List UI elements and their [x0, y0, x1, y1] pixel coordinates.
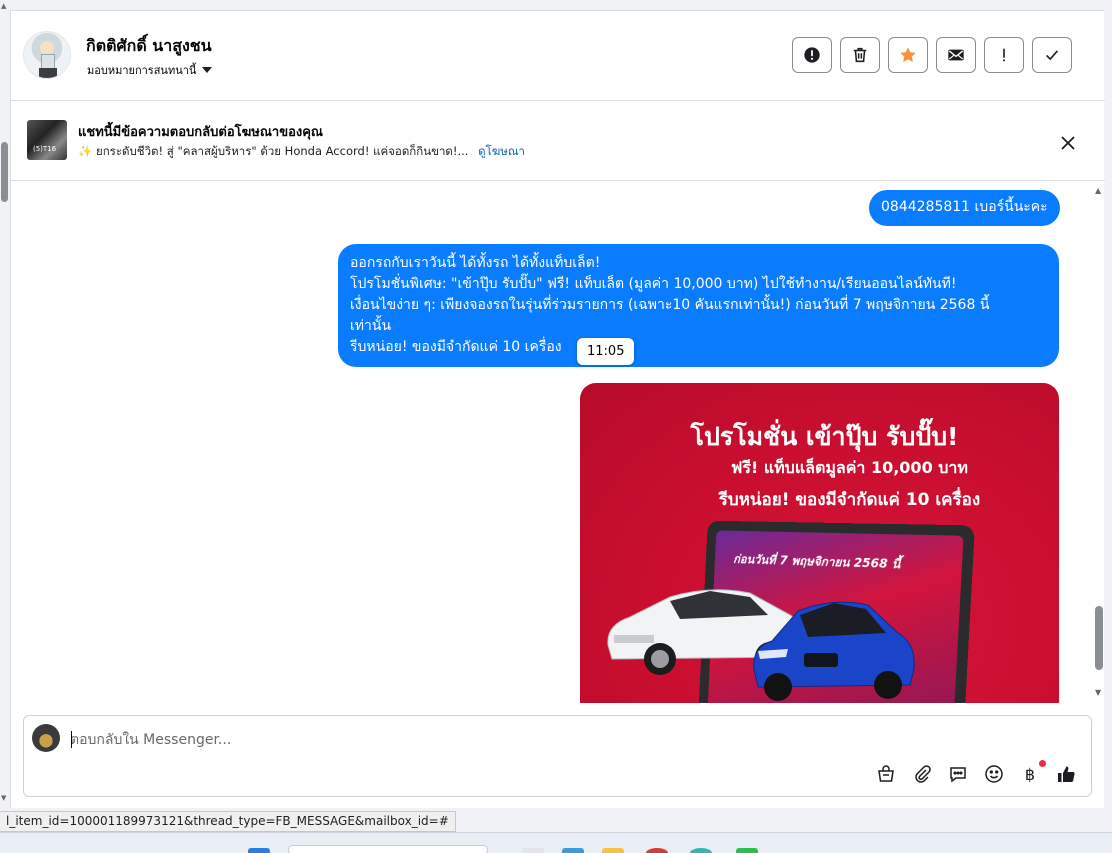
- contact-avatar[interactable]: [23, 31, 71, 79]
- baht-icon[interactable]: ฿: [1018, 762, 1042, 786]
- promo-image-message[interactable]: โปรโมชั่น เข้าปุ๊บ รับปั๊บ! ฟรี! แท็บแล็…: [580, 383, 1059, 703]
- shopping-bag-icon[interactable]: [874, 762, 898, 786]
- trash-icon: [851, 46, 869, 64]
- envelope-icon: [947, 46, 965, 64]
- ad-text: ✨ ยกระดับชีวิต! สู่ "คลาสผู้บริหาร" ด้วย…: [78, 144, 468, 158]
- conversation-header: กิตติศักดิ์ นาสูงชน มอบหมายการสนทนานี้: [11, 11, 1105, 101]
- promo-screen-date: ก่อนวันที่ 7 พฤษจิกายน 2568 นี้: [733, 550, 901, 574]
- conversation-actions: [792, 37, 1072, 73]
- exclamation-circle-icon: [803, 46, 821, 64]
- reply-composer: ฿: [23, 715, 1092, 797]
- message-line: รีบหน่อย! ของมีจำกัดแค่ 10 เครื่อง: [350, 337, 1047, 358]
- check-icon: [1043, 46, 1061, 64]
- view-ad-link[interactable]: ดูโฆษณา: [478, 144, 525, 158]
- ad-thumbnail-text: (5)T16: [33, 145, 56, 153]
- timestamp-tooltip: 11:05: [577, 338, 634, 365]
- taskbar-app-icon[interactable]: [522, 848, 544, 853]
- blue-car-illustration: [748, 589, 918, 703]
- exclamation-icon: [995, 46, 1013, 64]
- follow-up-button[interactable]: [984, 37, 1024, 73]
- delete-button[interactable]: [840, 37, 880, 73]
- assign-label: มอบหมายการสนทนานี้: [87, 61, 196, 79]
- assign-conversation-dropdown[interactable]: มอบหมายการสนทนานี้: [87, 61, 212, 79]
- browser-status-url: l_item_id=100001189973121&thread_type=FB…: [0, 811, 456, 832]
- ad-notice-subtitle: ✨ ยกระดับชีวิต! สู่ "คลาสผู้บริหาร" ด้วย…: [78, 143, 525, 161]
- notification-dot: [1039, 760, 1046, 767]
- scroll-up-arrow[interactable]: ▲: [1, 2, 6, 10]
- message-line: เท่านั้น: [350, 316, 1047, 337]
- promo-line-2: ฟรี! แท็บแล็ตมูลค่า 10,000 บาท: [580, 456, 1059, 481]
- browser-icon[interactable]: [690, 848, 712, 853]
- message-line: เงื่อนไขง่าย ๆ: เพียงจองรถในรุ่นที่ร่วมร…: [350, 295, 1047, 316]
- search-box[interactable]: [288, 845, 488, 853]
- start-icon[interactable]: [248, 848, 270, 853]
- close-icon[interactable]: [1059, 134, 1077, 152]
- ad-notice-title: แชทนี้มีข้อความตอบกลับต่อโฆษณาของคุณ: [78, 121, 323, 142]
- mark-unread-button[interactable]: [936, 37, 976, 73]
- message-thread[interactable]: 0844285811 เบอร์นี้นะคะ ออกรถกับเราวันนี…: [11, 182, 1105, 703]
- taskbar-app-icon[interactable]: [646, 848, 668, 853]
- page-scrollbar-thumb[interactable]: [1, 142, 8, 202]
- scroll-up-arrow[interactable]: ▲: [1095, 186, 1101, 195]
- message-bubble[interactable]: ออกรถกับเราวันนี้ ได้ทั้งรถ ได้ทั้งแท็บเ…: [338, 244, 1059, 367]
- thread-scrollbar[interactable]: ▲ ▼: [1093, 182, 1105, 703]
- caret-down-icon: [202, 67, 212, 73]
- chat-bubble-icon[interactable]: [946, 762, 970, 786]
- smiley-icon[interactable]: [982, 762, 1006, 786]
- scroll-down-arrow[interactable]: ▼: [1095, 688, 1101, 697]
- page-avatar: [32, 724, 60, 752]
- thread-scrollbar-thumb[interactable]: [1095, 606, 1103, 670]
- ad-reply-notice: (5)T16 แชทนี้มีข้อความตอบกลับต่อโฆษณาของ…: [11, 101, 1105, 181]
- message-line: ออกรถกับเราวันนี้ ได้ทั้งรถ ได้ทั้งแท็บเ…: [350, 253, 1047, 274]
- page-scrollbar[interactable]: ▲ ▼: [0, 0, 10, 808]
- contact-name[interactable]: กิตติศักดิ์ นาสูงชน: [86, 34, 212, 59]
- promo-line-3: รีบหน่อย! ของมีจำกัดแค่ 10 เครื่อง: [580, 486, 1059, 513]
- line-app-icon[interactable]: [736, 848, 758, 853]
- composer-tools: ฿: [874, 762, 1078, 786]
- thumbs-up-icon[interactable]: [1054, 762, 1078, 786]
- spam-button[interactable]: [792, 37, 832, 73]
- folder-icon[interactable]: [602, 848, 624, 853]
- message-bubble[interactable]: 0844285811 เบอร์นี้นะคะ: [869, 190, 1060, 226]
- mark-done-button[interactable]: [1032, 37, 1072, 73]
- scroll-down-arrow[interactable]: ▼: [1, 794, 6, 802]
- star-icon: [899, 46, 917, 64]
- reply-input[interactable]: [70, 730, 970, 750]
- star-button[interactable]: [888, 37, 928, 73]
- message-line: โปรโมชั่นพิเศษ: "เข้าปุ๊บ รับปั๊บ" ฟรี! …: [350, 274, 1047, 295]
- inbox-conversation-panel: กิตติศักดิ์ นาสูงชน มอบหมายการสนทนานี้ (…: [10, 10, 1104, 808]
- taskbar-app-icon[interactable]: [562, 848, 584, 853]
- paperclip-icon[interactable]: [910, 762, 934, 786]
- ad-thumbnail[interactable]: (5)T16: [27, 120, 67, 160]
- windows-taskbar: [0, 832, 1112, 853]
- promo-headline: โปรโมชั่น เข้าปุ๊บ รับปั๊บ!: [580, 417, 1059, 457]
